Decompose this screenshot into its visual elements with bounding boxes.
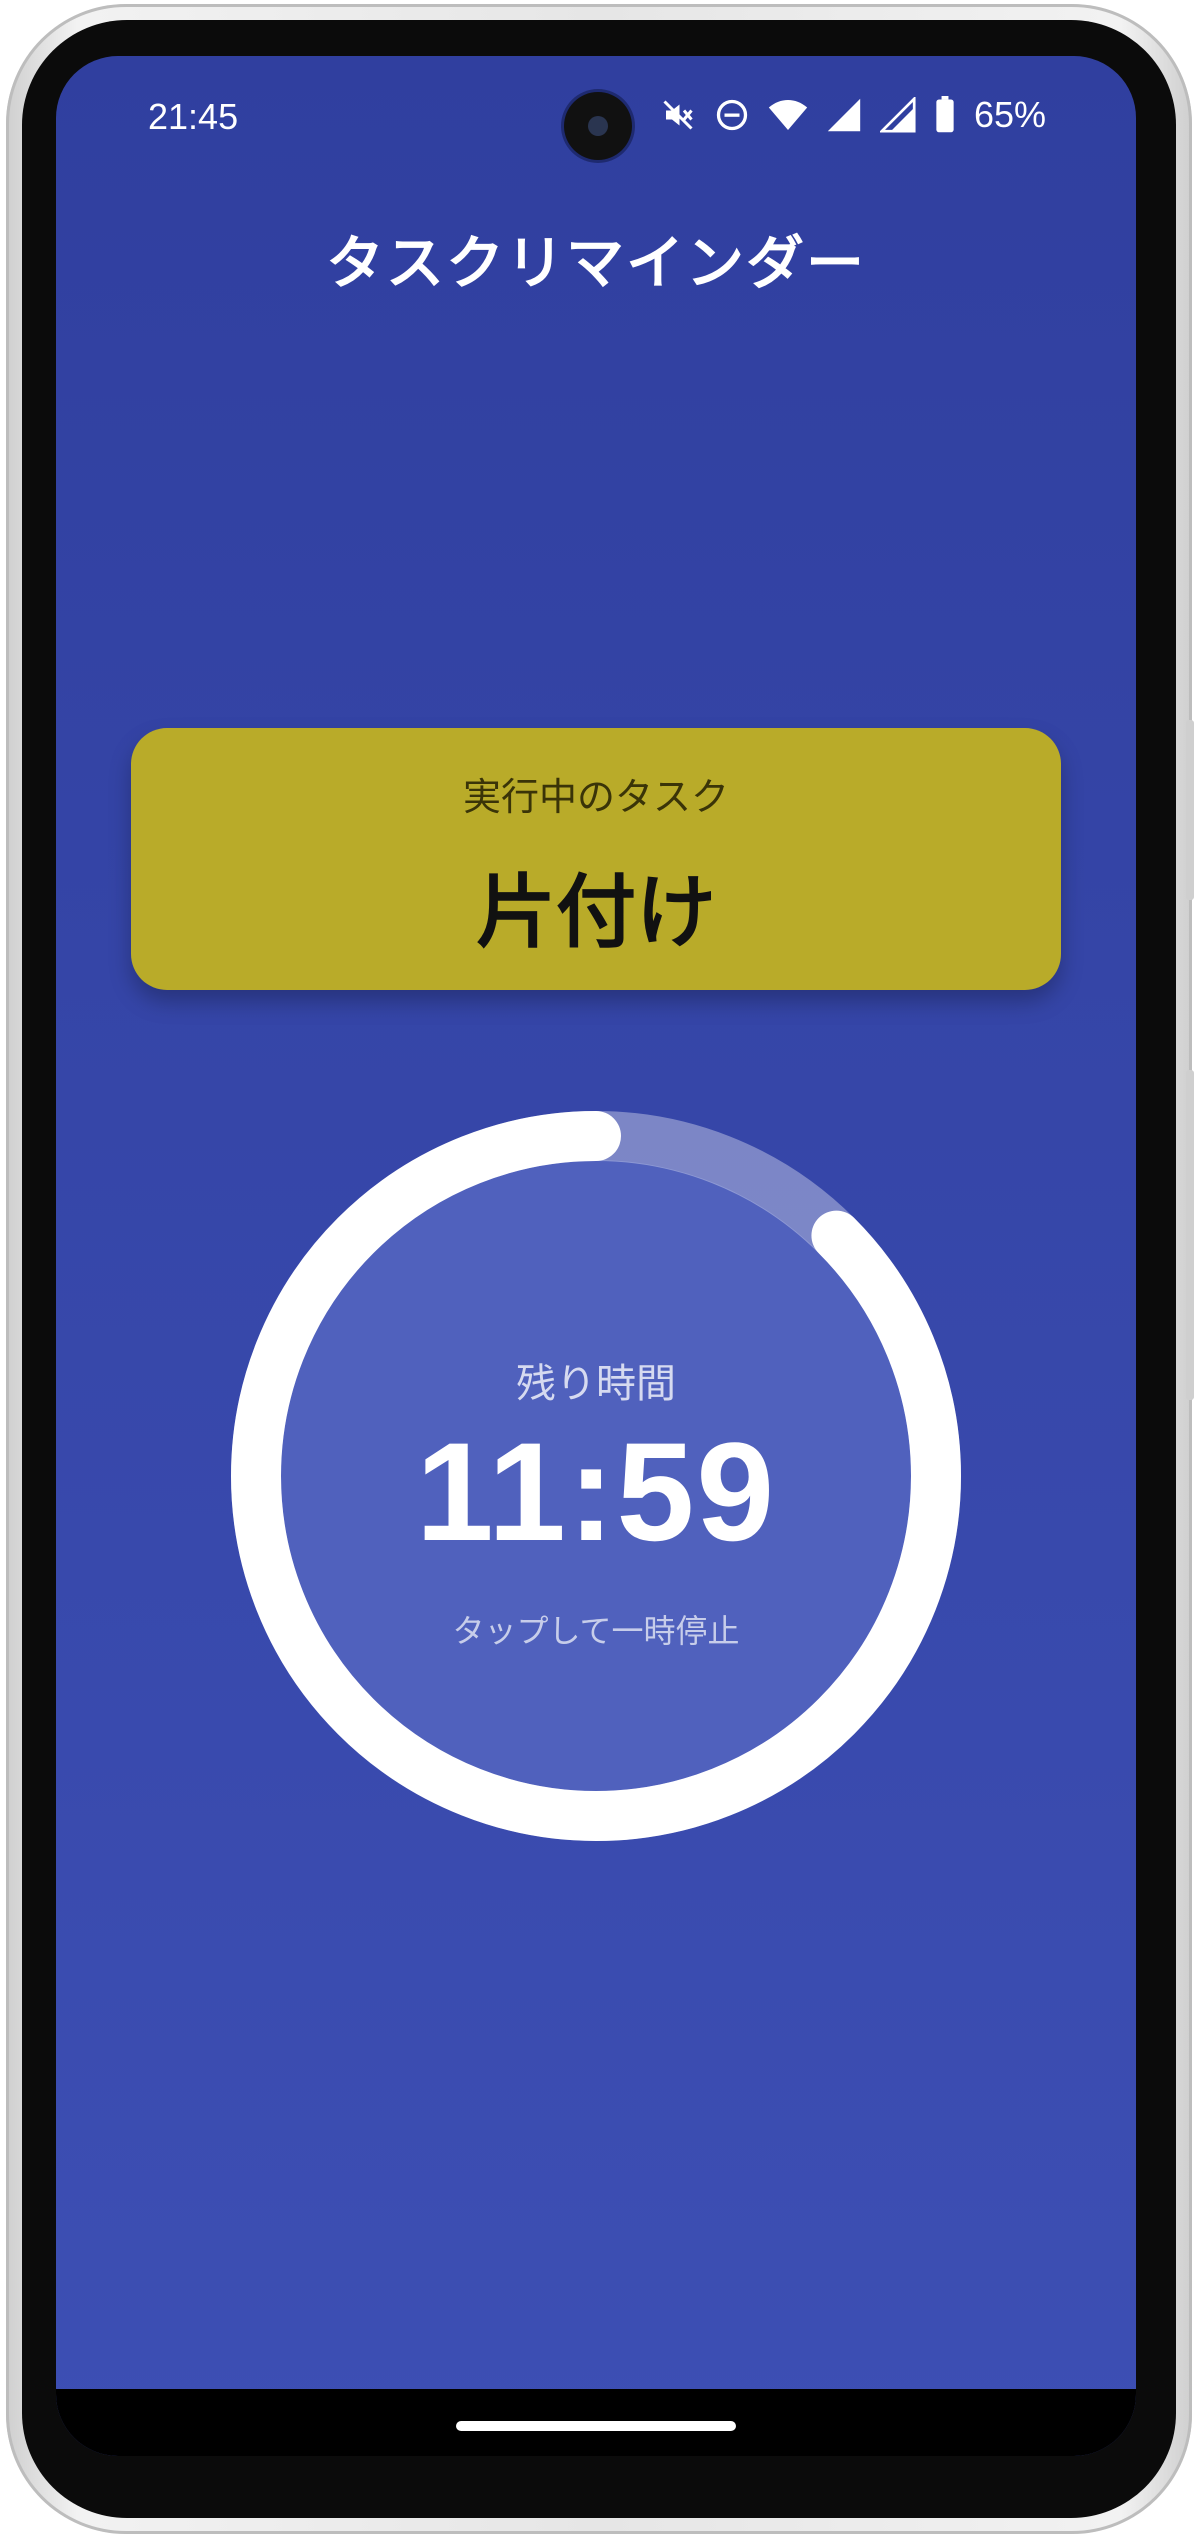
battery-percent: 65%: [973, 94, 1046, 135]
timer-remaining: 11:59: [415, 1413, 777, 1570]
status-icons: 65%: [660, 94, 1046, 136]
wifi-icon: [768, 97, 808, 133]
app-title: タスクリマインダー: [325, 229, 866, 297]
app-screen: 21:45 65% タスクリマインダー 実行中のタスク 片付け 残り時間 11:…: [56, 56, 1136, 2456]
current-task-card: 実行中のタスク 片付け: [131, 728, 1061, 990]
status-bar: 21:45 65%: [56, 56, 1136, 176]
battery-icon: [934, 96, 956, 134]
volume-button: [1186, 1070, 1194, 1400]
current-task-caption: 実行中のタスク: [462, 775, 729, 819]
signal-icon: [879, 97, 916, 133]
timer-hint: タップして一時停止: [452, 1612, 740, 1650]
do-not-disturb-icon: [714, 97, 750, 133]
power-button: [1186, 720, 1194, 900]
status-time: 21:45: [148, 96, 239, 137]
mute-icon: [660, 97, 696, 133]
front-camera: [564, 92, 632, 160]
current-task-name: 片付け: [476, 866, 716, 959]
signal-icon: [826, 97, 862, 133]
countdown-timer-button[interactable]: 残り時間 11:59 タップして一時停止: [231, 1111, 961, 1841]
home-gesture-handle[interactable]: [456, 2421, 736, 2431]
timer-label: 残り時間: [516, 1361, 676, 1407]
